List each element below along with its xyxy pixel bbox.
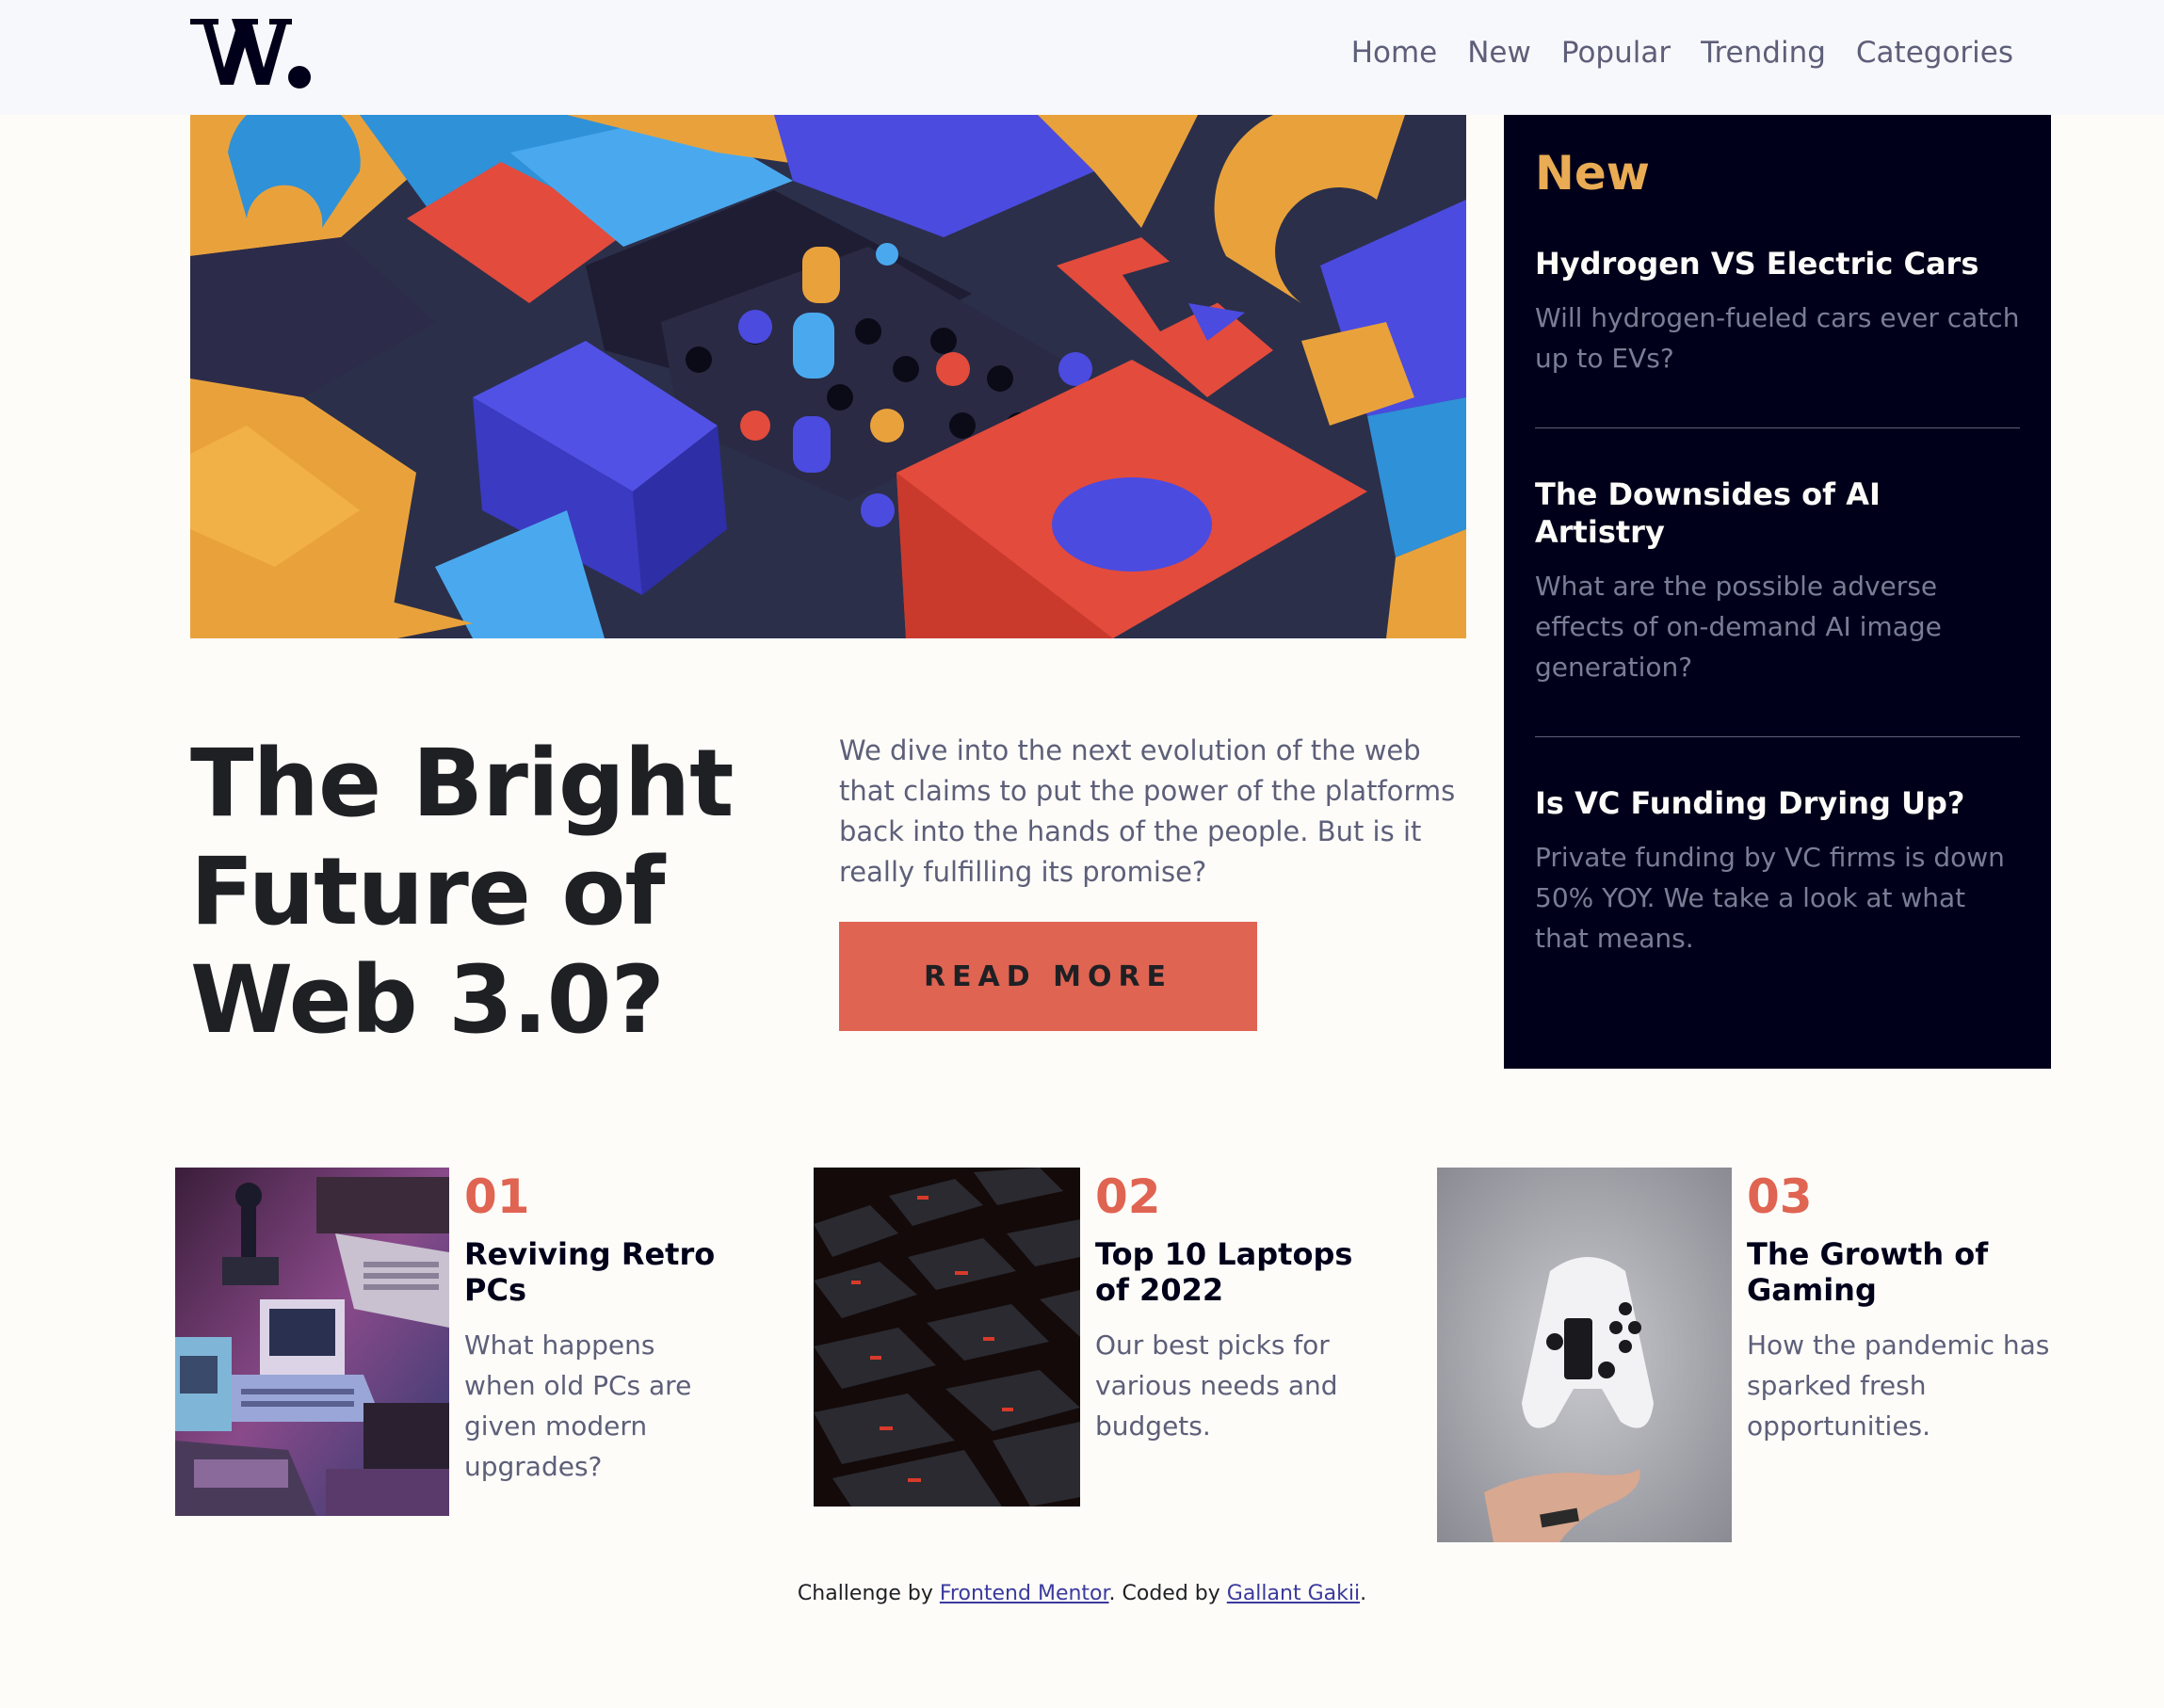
page: Home New Popular Trending Categories The… (0, 0, 2164, 1708)
hero-headline: The Bright Future of Web 3.0? (190, 730, 793, 1055)
new-item[interactable]: Hydrogen VS Electric Cars Will hydrogen-… (1535, 245, 2020, 428)
article-card-1[interactable]: 01 Reviving Retro PCs What happens when … (175, 1168, 732, 1516)
footer-prefix: Challenge by (797, 1582, 933, 1605)
frontend-mentor-link[interactable]: Frontend Mentor (940, 1582, 1109, 1605)
nav-popular[interactable]: Popular (1561, 36, 1671, 70)
card-desc: How the pandemic has sparked fresh oppor… (1747, 1329, 2050, 1442)
card-desc: What happens when old PCs are given mode… (464, 1329, 692, 1482)
new-panel-title: New (1535, 146, 1650, 201)
footer-middle: . Coded by (1108, 1582, 1220, 1605)
logo[interactable] (190, 13, 313, 90)
article-card-3[interactable]: 03 The Growth of Gaming How the pandemic… (1437, 1168, 2052, 1542)
card-number: 01 (464, 1169, 530, 1224)
new-item-title[interactable]: The Downsides of AI Artistry (1535, 475, 2020, 551)
author-link[interactable]: Gallant Gakii (1227, 1582, 1360, 1605)
retro-pcs-image (175, 1168, 449, 1516)
new-item-desc: Private funding by VC firms is down 50% … (1535, 842, 2005, 954)
site-header: Home New Popular Trending Categories (0, 0, 2164, 115)
nav-home[interactable]: Home (1351, 36, 1438, 70)
footer-suffix: . (1360, 1582, 1367, 1605)
read-more-button[interactable]: READ MORE (839, 922, 1257, 1031)
attribution-footer: Challenge by Frontend Mentor. Coded by G… (0, 1582, 2164, 1605)
new-item-title[interactable]: Is VC Funding Drying Up? (1535, 784, 2020, 822)
nav-categories[interactable]: Categories (1856, 36, 2013, 70)
card-body: 02 Top 10 Laptops of 2022 Our best picks… (1080, 1168, 1391, 1507)
gaming-image (1437, 1168, 1732, 1542)
new-item[interactable]: Is VC Funding Drying Up? Private funding… (1535, 784, 2020, 1007)
card-number: 03 (1747, 1169, 1813, 1224)
card-number: 02 (1095, 1169, 1161, 1224)
nav-new[interactable]: New (1467, 36, 1531, 70)
headline-line-1: The Bright (190, 730, 735, 838)
headline-line-3: Web 3.0? (190, 946, 665, 1055)
main-nav: Home New Popular Trending Categories (1351, 32, 2013, 73)
hero-intro: We dive into the next evolution of the w… (839, 734, 1456, 888)
nav-trending[interactable]: Trending (1701, 36, 1826, 70)
new-item-title[interactable]: Hydrogen VS Electric Cars (1535, 245, 2020, 282)
new-item-desc: What are the possible adverse effects of… (1535, 571, 1942, 683)
card-title[interactable]: The Growth of Gaming (1747, 1236, 2052, 1308)
new-item-desc: Will hydrogen-fueled cars ever catch up … (1535, 302, 2020, 374)
hero-image (190, 115, 1466, 638)
card-desc: Our best picks for various needs and bud… (1095, 1329, 1338, 1442)
headline-line-2: Future of (190, 838, 665, 946)
new-panel: New Hydrogen VS Electric Cars Will hydro… (1504, 115, 2051, 1069)
card-body: 01 Reviving Retro PCs What happens when … (449, 1168, 732, 1516)
card-title[interactable]: Top 10 Laptops of 2022 (1095, 1236, 1391, 1308)
new-item[interactable]: The Downsides of AI Artistry What are th… (1535, 475, 2020, 737)
card-body: 03 The Growth of Gaming How the pandemic… (1732, 1168, 2052, 1542)
card-title[interactable]: Reviving Retro PCs (464, 1236, 732, 1308)
laptops-image (814, 1168, 1080, 1507)
article-card-2[interactable]: 02 Top 10 Laptops of 2022 Our best picks… (814, 1168, 1391, 1507)
